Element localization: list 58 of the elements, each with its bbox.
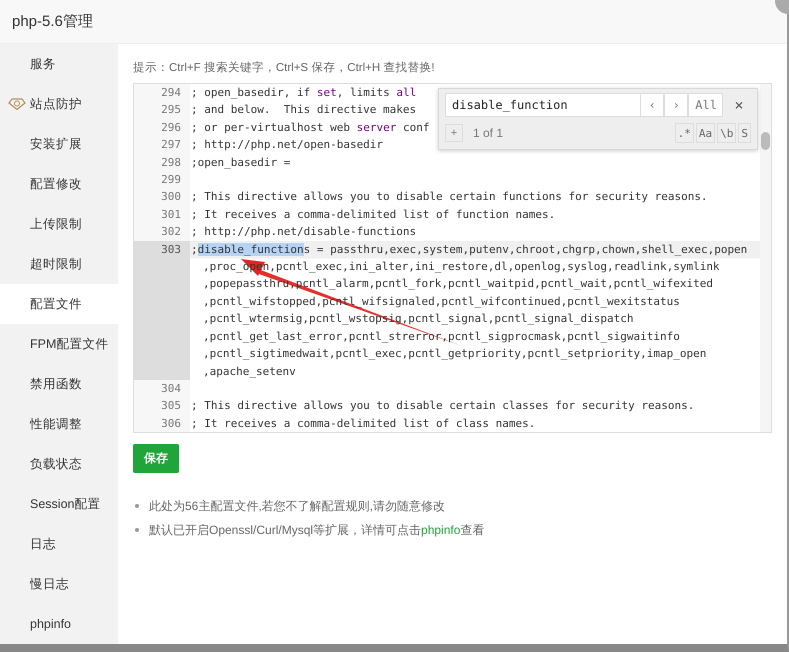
code-line: ,pcntl_sigtimedwait,pcntl_exec,pcntl_getpriority,pcntl_setpriority,imap_open (202, 346, 706, 362)
note-text: 此处为56主配置文件,若您不了解配置规则,请勿随意修改 (149, 498, 446, 514)
code-line: ; http://php.net/disable-functions (191, 224, 416, 240)
code-line: ,apache_setenv (202, 364, 296, 380)
diamond-icon (8, 98, 26, 110)
option-toggle[interactable]: S (738, 123, 751, 143)
sidebar-item[interactable]: 负载状态 (0, 444, 118, 484)
sidebar-item[interactable]: phpinfo (0, 604, 118, 644)
option-toggle[interactable]: \b (717, 123, 736, 143)
scrollbar-thumb[interactable] (761, 132, 770, 150)
hint-text: 提示：Ctrl+F 搜索关键字，Ctrl+S 保存，Ctrl+H 查找替换! (133, 60, 436, 76)
code-line: ; and below. This directive makes (191, 102, 416, 118)
line-number: 300 (134, 188, 190, 206)
code-line: ; This directive allows you to disable certain classes for security reasons. (191, 398, 694, 414)
line-number: 301 (134, 206, 190, 224)
all-button[interactable]: All (688, 93, 723, 117)
code-line: ; or per-virtualhost web server conf (191, 120, 430, 136)
line-number: 305 (134, 397, 190, 415)
note-text: 默认已开启Openssl/Curl/Mysql等扩展，详情可点击phpinfo查看 (149, 522, 484, 538)
code-line: ; http://php.net/open-basedir (191, 137, 384, 154)
code-line: ;open_basedir = (191, 154, 290, 171)
match-count: 1 of 1 (473, 126, 504, 140)
close-button[interactable]: × (727, 93, 751, 117)
sidebar-item[interactable]: 慢日志 (0, 564, 118, 604)
line-number: 296 (134, 118, 190, 136)
code-line: ; This directive allows you to disable certain functions for security reasons. (191, 189, 708, 206)
line-number: 304 (134, 380, 190, 398)
sidebar-item[interactable]: 服务 (0, 44, 118, 84)
sidebar-item[interactable]: Session配置 (0, 484, 118, 524)
sidebar-item[interactable]: 安装扩展 (0, 124, 118, 164)
option-toggle[interactable]: Aa (696, 123, 716, 143)
line-number: 302 (134, 223, 190, 241)
line-number: 299 (134, 171, 190, 188)
sidebar-item[interactable]: 站点防护 (0, 84, 118, 124)
sidebar-item[interactable]: 超时限制 (0, 244, 118, 284)
code-line: ; It receives a comma-delimited list of function names. (191, 206, 556, 223)
sidebar-item[interactable]: 禁用函数 (0, 364, 118, 404)
sidebar-item[interactable]: 配置文件 (0, 284, 118, 324)
sidebar-item[interactable]: 日志 (0, 524, 118, 564)
sidebar-item[interactable]: FPM配置文件 (0, 324, 118, 364)
line-number: 298 (134, 154, 190, 172)
line-number: 303 (134, 240, 190, 380)
code-line: ; open_basedir, if set, limits all (191, 85, 416, 101)
previous-button[interactable]: ‹ (640, 93, 664, 117)
line-number: 295 (134, 101, 190, 119)
code-line: ; It receives a comma-delimited list of class names. (191, 416, 536, 432)
line-number: 306 (134, 414, 190, 432)
line-number: 297 (134, 136, 190, 154)
next-button[interactable]: › (664, 93, 688, 117)
add-button[interactable]: + (445, 124, 463, 142)
sidebar-item[interactable]: 上传限制 (0, 204, 118, 244)
option-toggle[interactable]: .* (674, 123, 694, 143)
sidebar-item[interactable]: 配置修改 (0, 164, 118, 204)
sidebar-item[interactable]: 性能调整 (0, 404, 118, 444)
window-title: php-5.6管理 (0, 0, 787, 44)
code-line: ;disable_functions = passthru,exec,system,putenv,chroot,chgrp,chown,shell_exec,popen (191, 242, 748, 258)
line-number: 294 (134, 84, 190, 102)
search-field[interactable]: disable_function (445, 93, 640, 117)
